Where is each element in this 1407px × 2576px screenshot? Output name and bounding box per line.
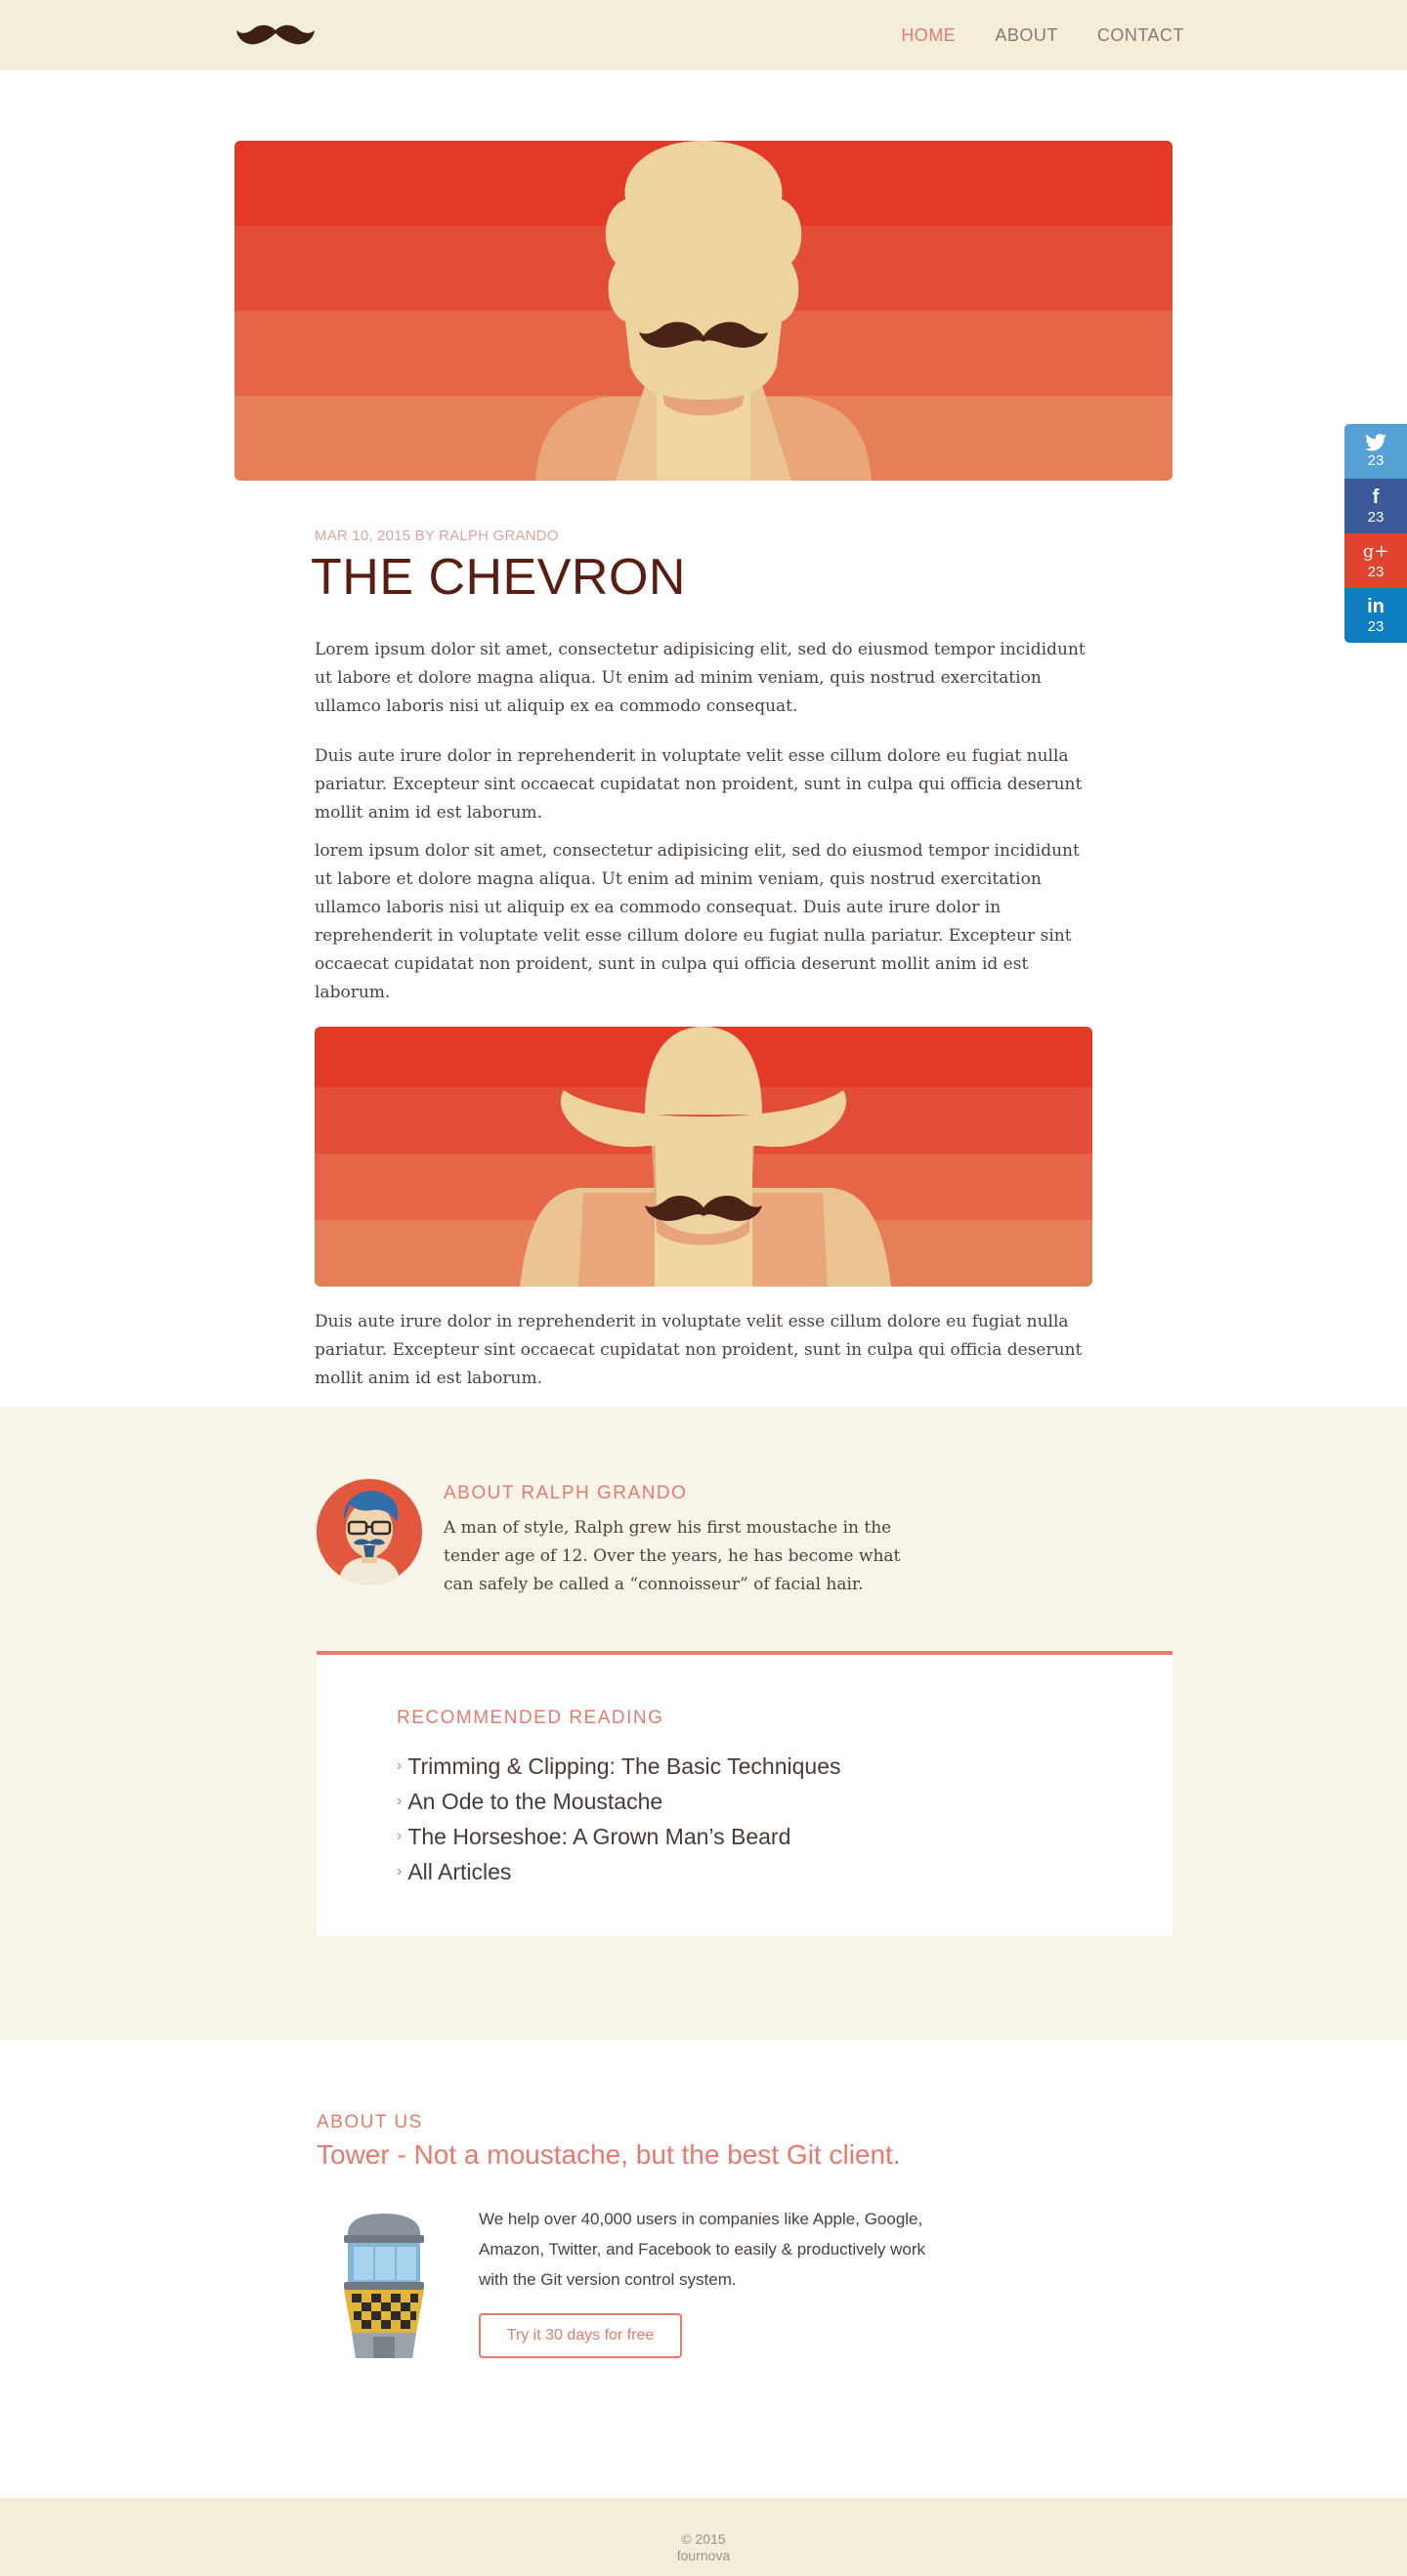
author-section: ABOUT RALPH GRANDO A man of style, Ralph… — [0, 1407, 1407, 2040]
nav-contact-link[interactable]: CONTACT — [1097, 25, 1184, 46]
twitter-icon — [1365, 434, 1386, 451]
linkedin-icon: in — [1367, 596, 1385, 617]
recommended-link[interactable]: Trimming & Clipping: The Basic Technique… — [407, 1749, 840, 1784]
social-share-bar: 23 f 23 g+ 23 in 23 — [1344, 424, 1407, 643]
article-paragraph: lorem ipsum dolor sit amet, consectetur … — [315, 841, 1080, 1002]
about-us-headline: Tower - Not a moustache, but the best Gi… — [317, 2139, 901, 2170]
facebook-share-button[interactable]: f 23 — [1344, 479, 1407, 533]
recommended-link[interactable]: The Horseshoe: A Grown Man’s Beard — [407, 1819, 790, 1854]
facebook-share-count: 23 — [1367, 509, 1385, 526]
twitter-share-button[interactable]: 23 — [1344, 424, 1407, 479]
tower-app-icon — [344, 2214, 424, 2358]
nav-about-link[interactable]: ABOUT — [995, 25, 1058, 46]
article-paragraph: Duis aute irure dolor in reprehenderit i… — [315, 746, 1083, 823]
article-title: THE CHEVRON — [311, 549, 686, 606]
facebook-icon: f — [1372, 486, 1380, 508]
moustache-icon[interactable] — [234, 21, 317, 49]
chevron-right-icon: › — [397, 1793, 403, 1809]
google-plus-share-count: 23 — [1367, 564, 1385, 580]
about-us-section: ABOUT US Tower - Not a moustache, but th… — [317, 2112, 1001, 2358]
linkedin-share-button[interactable]: in 23 — [1344, 588, 1407, 643]
google-plus-icon: g+ — [1362, 541, 1389, 562]
article-inline-image — [315, 1027, 1092, 1287]
recommended-list: › Trimming & Clipping: The Basic Techniq… — [397, 1749, 841, 1889]
chevron-right-icon: › — [397, 1828, 403, 1844]
author-avatar — [317, 1479, 422, 1584]
about-us-label: ABOUT US — [317, 2112, 423, 2133]
chevron-right-icon: › — [397, 1863, 403, 1879]
recommended-link[interactable]: An Ode to the Moustache — [407, 1784, 662, 1819]
main-nav: HOME ABOUT CONTACT — [901, 0, 1184, 70]
footer-copyright: © 2015 — [681, 2531, 726, 2547]
chevron-right-icon: › — [397, 1757, 403, 1774]
author-heading: ABOUT RALPH GRANDO — [444, 1483, 688, 1503]
recommended-link[interactable]: All Articles — [407, 1854, 511, 1889]
article-paragraph: Duis aute irure dolor in reprehenderit i… — [315, 1312, 1083, 1388]
article-meta: MAR 10, 2015 by RALPH GRANDO — [315, 528, 559, 544]
free-trial-button[interactable]: Try it 30 days for free — [479, 2313, 682, 2358]
recommended-item[interactable]: › An Ode to the Moustache — [397, 1784, 841, 1819]
recommended-item[interactable]: › Trimming & Clipping: The Basic Techniq… — [397, 1749, 841, 1784]
recommended-heading: RECOMMENDED READING — [397, 1708, 664, 1728]
nav-home-link[interactable]: HOME — [901, 25, 956, 46]
article-paragraph: Lorem ipsum dolor sit amet, consectetur … — [315, 640, 1086, 716]
about-us-description: We help over 40,000 users in companies l… — [479, 2210, 926, 2289]
google-plus-share-button[interactable]: g+ 23 — [1344, 533, 1407, 588]
linkedin-share-count: 23 — [1367, 618, 1385, 635]
author-bio: A man of style, Ralph grew his first mou… — [444, 1518, 901, 1594]
recommended-reading-box: RECOMMENDED READING › Trimming & Clippin… — [317, 1651, 1172, 1936]
article: MAR 10, 2015 by RALPH GRANDO THE CHEVRON… — [311, 528, 1092, 1393]
footer: © 2015 fournova — [0, 2498, 1407, 2576]
recommended-item[interactable]: › All Articles — [397, 1854, 841, 1889]
hero-image — [234, 141, 1172, 481]
recommended-item[interactable]: › The Horseshoe: A Grown Man’s Beard — [397, 1819, 841, 1854]
twitter-share-count: 23 — [1367, 452, 1385, 469]
top-nav: HOME ABOUT CONTACT — [0, 0, 1407, 70]
footer-company: fournova — [676, 2548, 731, 2563]
